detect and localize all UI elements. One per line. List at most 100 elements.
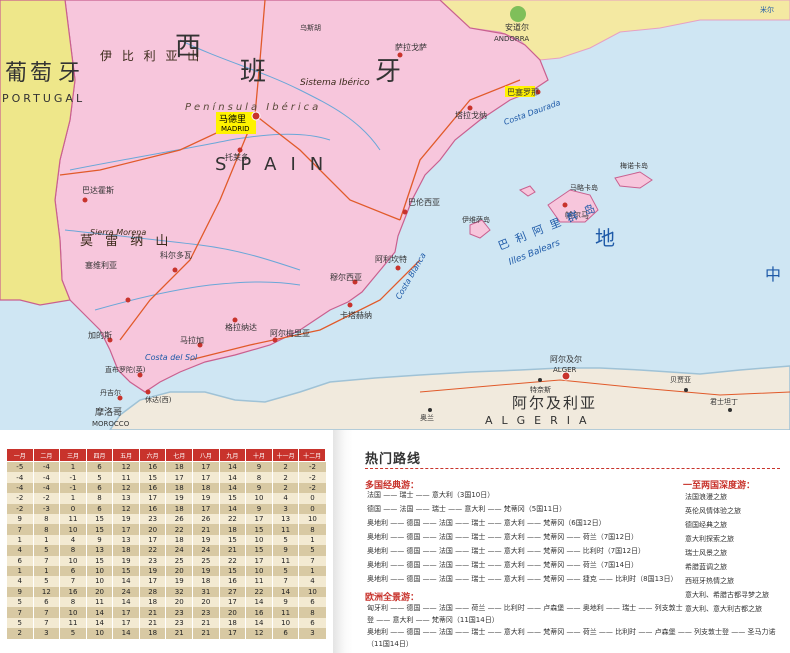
temperature-cell: 10 [85, 565, 113, 577]
month-header: 十一月 [271, 448, 300, 462]
andorra-label-en: ANDORRA [494, 35, 529, 43]
route-line: 奥地利 —— 德国 —— 法国 —— 瑞士 —— 意大利 —— 梵蒂冈 —— 荷… [367, 561, 639, 569]
temperature-cell: 11 [59, 617, 87, 629]
route-line: 德国 —— 法国 —— 瑞士 —— 意大利 —— 梵蒂冈（5国11日） [367, 505, 567, 513]
temperature-cell: 17 [192, 503, 220, 514]
oran-marker[interactable] [428, 408, 432, 412]
temperature-cell: 8 [298, 607, 326, 618]
constantine-marker[interactable] [728, 408, 732, 412]
temperature-cell: 6 [32, 597, 60, 608]
temperature-cell: 19 [165, 493, 193, 504]
temperature-cell: 15 [85, 524, 113, 535]
month-header: 十月 [245, 448, 273, 462]
temperature-cell: 1 [32, 534, 60, 546]
page-gutter [333, 430, 353, 653]
temperature-cell: 0 [59, 503, 87, 514]
temperature-cell: 0 [298, 493, 326, 504]
temperature-cell: 20 [165, 597, 193, 608]
temperature-cell: 18 [165, 503, 193, 514]
deep-tour-item: 意大利、意大利古都之旅 [685, 605, 762, 613]
badajoz-marker[interactable] [82, 197, 88, 203]
almeria-marker[interactable] [272, 337, 278, 343]
cordoba-marker[interactable] [172, 267, 178, 273]
temperature-cell: 21 [192, 524, 220, 535]
temperature-cell: 10 [245, 493, 273, 504]
temperature-cell: 6 [85, 482, 113, 494]
temperature-cell: 8 [298, 524, 326, 535]
tenes-marker[interactable] [538, 378, 542, 382]
temperature-cell: 14 [112, 576, 140, 587]
cadiz-label: 加的斯 [88, 330, 112, 340]
sevilla-marker[interactable] [125, 297, 131, 303]
temperature-cell: 22 [218, 555, 246, 566]
temperature-cell: 11 [112, 472, 140, 483]
cordoba-label: 科尔多瓦 [160, 250, 192, 260]
ceuta-marker[interactable] [145, 389, 151, 395]
temperature-cell: 24 [192, 545, 220, 556]
cartagena-label: 卡塔赫纳 [340, 310, 372, 320]
temperature-cell: 7 [6, 524, 34, 535]
zaragoza-label: 萨拉戈萨 [395, 42, 427, 52]
month-header: 九月 [218, 448, 247, 462]
temperature-cell: -4 [32, 482, 60, 494]
toledo-marker[interactable] [237, 147, 243, 153]
temperature-cell: 15 [85, 555, 113, 566]
temperature-cell: 22 [218, 513, 246, 525]
temperature-row: -4 -4 -1 5 11 15 17 17 14 8 2 -2 [6, 472, 326, 483]
badajoz-label: 巴达霍斯 [82, 185, 114, 195]
temperature-cell: 6 [298, 597, 326, 608]
deep-tour-item: 希腊蓝调之旅 [685, 563, 727, 571]
palma-marker[interactable] [562, 202, 568, 208]
valencia-marker[interactable] [402, 209, 408, 215]
temperature-cell: 7 [32, 555, 60, 566]
ibiza-label: 伊维萨岛 [462, 215, 490, 224]
spain-label-cn-3: 牙 [375, 57, 401, 87]
temperature-cell: 4 [59, 534, 87, 546]
temperature-cell: 5 [59, 628, 87, 639]
temperature-cell: 26 [192, 513, 220, 525]
granada-marker[interactable] [232, 317, 238, 323]
temperature-cell: 17 [138, 534, 166, 546]
granada-label: 格拉纳达 [225, 322, 257, 332]
portugal-label-cn-1: 葡 [5, 61, 27, 86]
temperature-cell: 28 [138, 586, 166, 598]
temperature-cell: 12 [245, 628, 273, 639]
madrid-capital-marker[interactable] [251, 111, 261, 121]
temperature-cell: 18 [218, 524, 246, 535]
tarragona-marker[interactable] [467, 105, 473, 111]
route-line: 奥地利 —— 德国 —— 法国 —— 瑞士 —— 意大利 —— 梵蒂冈 —— 荷… [367, 533, 639, 541]
mallorca-label: 马略卡岛 [570, 183, 598, 192]
temperature-cell: 20 [138, 524, 166, 535]
cartagena-marker[interactable] [347, 302, 353, 308]
temperature-row: 4 5 7 10 14 17 19 18 16 11 7 4 [6, 576, 326, 587]
temperature-cell: 14 [245, 597, 273, 608]
alicante-marker[interactable] [395, 265, 401, 271]
temperature-cell: 17 [192, 461, 220, 473]
route-line: 法国 —— 瑞士 —— 意大利（3国10日） [367, 491, 495, 499]
temperature-cell: 4 [271, 493, 299, 504]
temperature-cell: 21 [192, 617, 220, 629]
bejaia-label: 贝贾亚 [670, 376, 691, 384]
deep-tour-item: 意大利探索之旅 [685, 535, 734, 543]
temperature-cell: 10 [245, 565, 273, 577]
temperature-cell: 12 [112, 482, 140, 494]
temperature-cell: 8 [245, 472, 273, 483]
portugal-label-en: PORTUGAL [2, 92, 85, 105]
deep-tour-item: 瑞士风景之旅 [685, 549, 727, 557]
temperature-cell: 11 [271, 555, 299, 566]
temperature-cell: 5 [298, 545, 326, 556]
temperature-cell: 25 [165, 555, 193, 566]
temperature-cell: 12 [112, 461, 140, 473]
bejaia-marker[interactable] [684, 388, 688, 392]
temperature-cell: 10 [85, 628, 113, 639]
temperature-cell: 6 [59, 565, 87, 577]
temperature-row: -5 -4 1 6 12 16 18 17 14 9 2 -2 [6, 461, 326, 473]
tenes-label: 特奈斯 [530, 385, 551, 394]
wuhu-label: 乌斯胡 [300, 23, 321, 32]
madrid-label-en: MADRID [221, 125, 250, 133]
valencia-label: 巴伦西亚 [408, 197, 440, 207]
temperature-cell: 20 [192, 597, 220, 608]
temperature-cell: 17 [192, 472, 220, 483]
temperature-cell: 18 [192, 482, 220, 494]
zaragoza-marker[interactable] [397, 52, 403, 58]
